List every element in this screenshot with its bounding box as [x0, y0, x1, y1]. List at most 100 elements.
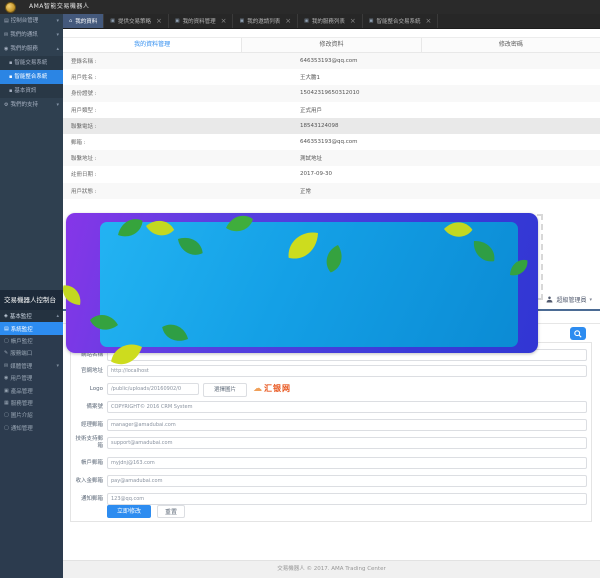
sidebar-item-system-monitor[interactable]: ▤系統監控 — [0, 322, 63, 334]
gear-icon: ⚙ — [4, 98, 8, 112]
tab-label: 我的資料管理 — [183, 17, 216, 25]
sidebar-item-service-manage[interactable]: ▦服務管理 — [0, 397, 63, 409]
tab-service-list[interactable]: ▣ 我的服務列表 × — [298, 14, 363, 28]
profile-panel: 我的資料管理 修改資料 修改密碼 登錄名稱 :646353193@qq.com … — [63, 29, 600, 213]
table-row: 用戶狀態 :正常 — [63, 183, 600, 199]
account-email-input[interactable] — [107, 457, 587, 469]
manager-email-input[interactable] — [107, 419, 587, 431]
close-icon[interactable]: × — [285, 17, 291, 25]
tab-smart-trade-system[interactable]: ▣ 智能整合交易系統 × — [363, 14, 439, 28]
sidebar-item-media-manage[interactable]: ✉媒體管理 ▾ — [0, 360, 63, 372]
chevron-up-icon: ▴ — [56, 42, 59, 56]
sidebar-subitem-smart-trade-system[interactable]: ▪智能交易系統 — [0, 56, 63, 70]
mail-icon: ✉ — [4, 28, 8, 42]
banner-image-preview — [66, 213, 538, 353]
sidebar-item-label: 控制台管理 — [11, 14, 39, 28]
site-settings-form: 網站名稱 官網地址 Logo 選擇圖片 ☁汇银网 備案號 經理郵箱 技術支持郵箱… — [70, 342, 592, 522]
box-icon: ▦ — [4, 400, 9, 406]
sidebar-item-our-services[interactable]: ◉我們的服務 ▴ — [0, 42, 63, 56]
sidebar-item-account-monitor[interactable]: ▢帳戶監控 — [0, 335, 63, 347]
row-label: 聯繫電話 : — [63, 122, 300, 130]
tab-change-password[interactable]: 修改密碼 — [422, 38, 600, 52]
cloud-icon: ☁ — [253, 384, 263, 394]
console-title: 交易機器人控制台 — [0, 290, 63, 310]
income-email-input[interactable] — [107, 475, 587, 487]
open-tabs-bar: ⌂ 我的資料 ▣ 提供交易策略 × ▣ 我的資料管理 × ▣ 我的邀請列表 × … — [63, 14, 600, 29]
search-button[interactable] — [570, 327, 586, 340]
row-value: 18543124098 — [300, 123, 339, 129]
tab-invite-list[interactable]: ▣ 我的邀請列表 × — [233, 14, 298, 28]
sidebar-item-label: 圖片介紹 — [11, 411, 33, 419]
row-label: 郵箱 : — [63, 138, 300, 146]
brand-logo-text: 汇银网 — [264, 384, 291, 393]
sidebar-item-service-port[interactable]: ✎服務端口 — [0, 347, 63, 359]
notice-email-input[interactable] — [107, 493, 587, 505]
pencil-icon: ✎ — [4, 350, 8, 356]
tab-trade-strategy[interactable]: ▣ 提供交易策略 × — [104, 14, 169, 28]
admin-user-name: 超級管理員 — [556, 295, 586, 304]
sidebar-item-user-manage[interactable]: ◉用戶管理 — [0, 372, 63, 384]
support-email-input[interactable] — [107, 437, 587, 449]
copyright-input[interactable] — [107, 401, 587, 413]
sidebar-item-product-manage[interactable]: ▣產品管理 — [0, 384, 63, 396]
user-icon: ◉ — [4, 375, 8, 381]
chevron-up-icon: ▴ — [56, 313, 59, 319]
tab-label: 我的邀請列表 — [247, 17, 280, 25]
sidebar-item-our-messages[interactable]: ✉我們的通訊 ▾ — [0, 28, 63, 42]
user-icon: ◉ — [4, 42, 8, 56]
sidebar-subitem-smart-integration-system[interactable]: ▪智能整合系統 — [0, 70, 63, 84]
close-icon[interactable]: × — [156, 17, 162, 25]
sidebar-item-label: 系統監控 — [11, 325, 33, 333]
sidebar-item-label: 我們的服務 — [10, 42, 38, 56]
console-sidebar: 交易機器人控制台 ◈基本監控 ▴ ▤系統監控 ▢帳戶監控 ✎服務端口 ✉媒體管理… — [0, 290, 63, 578]
sidebar-subitem-basic-info[interactable]: ▪基本資訊 — [0, 84, 63, 98]
sidebar-item-image-intro[interactable]: ▢圖片介紹 — [0, 409, 63, 421]
page-icon: ▣ — [369, 18, 374, 24]
sidebar-item-notice-manage[interactable]: ▢通知管理 — [0, 422, 63, 434]
top-bar: AMA智能交易機器人 — [0, 0, 600, 14]
row-label: 登錄名稱 : — [63, 57, 300, 65]
bullet-icon: ▪ — [9, 70, 12, 84]
row-label: 用戶姓名 : — [63, 73, 300, 81]
sidebar-item-console-manage[interactable]: ▤控制台管理 ▾ — [0, 14, 63, 28]
reset-button[interactable]: 重置 — [157, 505, 185, 518]
sidebar-item-basic-monitor[interactable]: ◈基本監控 ▴ — [0, 310, 63, 322]
tab-profile-manage[interactable]: ▣ 我的資料管理 × — [169, 14, 234, 28]
field-label: 備案號 — [71, 401, 103, 413]
field-label: 通知郵箱 — [71, 493, 103, 505]
table-row: 聯繫電話 :18543124098 — [63, 118, 600, 134]
chevron-down-icon: ▾ — [56, 363, 59, 369]
row-value: 王大膽1 — [300, 73, 320, 81]
table-row: 身份證號 :15042319650312010 — [63, 85, 600, 101]
choose-image-button[interactable]: 選擇圖片 — [203, 383, 247, 397]
row-value: 646353193@qq.com — [300, 139, 357, 145]
diamond-icon: ◈ — [4, 313, 8, 319]
row-label: 身份證號 : — [63, 89, 300, 97]
tab-profile-management[interactable]: 我的資料管理 — [63, 38, 242, 52]
submit-button[interactable]: 立即修改 — [107, 505, 151, 518]
field-label: 技術支持郵箱 — [71, 436, 103, 450]
row-label: 聯繫地址 : — [63, 154, 300, 162]
sidebar-item-label: 智能整合系統 — [14, 70, 47, 84]
sidebar-item-label: 帳戶監控 — [11, 337, 33, 345]
logo-path-input[interactable] — [107, 383, 199, 395]
site-url-input[interactable] — [107, 365, 587, 377]
chevron-down-icon: ▾ — [56, 98, 59, 112]
sidebar-item-our-support[interactable]: ⚙我們的支持 ▾ — [0, 98, 63, 112]
tab-edit-profile[interactable]: 修改資料 — [242, 38, 421, 52]
tab-my-profile[interactable]: ⌂ 我的資料 — [63, 14, 104, 28]
chevron-down-icon: ▾ — [56, 14, 59, 28]
close-icon[interactable]: × — [221, 17, 227, 25]
table-row: 用戶姓名 :王大膽1 — [63, 69, 600, 85]
page-icon: ▣ — [304, 18, 309, 24]
close-icon[interactable]: × — [350, 17, 356, 25]
admin-user-menu[interactable]: 超級管理員 ▾ — [546, 295, 592, 304]
close-icon[interactable]: × — [425, 17, 431, 25]
main-sidebar: ▤控制台管理 ▾ ✉我們的通訊 ▾ ◉我們的服務 ▴ ▪智能交易系統 ▪智能整合… — [0, 14, 63, 290]
bullet-icon: ▪ — [9, 56, 12, 70]
field-label: 官網地址 — [71, 365, 103, 377]
table-row: 郵箱 :646353193@qq.com — [63, 134, 600, 150]
tab-label: 智能整合交易系統 — [376, 17, 420, 25]
table-row: 用戶類型 :正式用戶 — [63, 102, 600, 118]
bullet-icon: ▪ — [9, 84, 12, 98]
